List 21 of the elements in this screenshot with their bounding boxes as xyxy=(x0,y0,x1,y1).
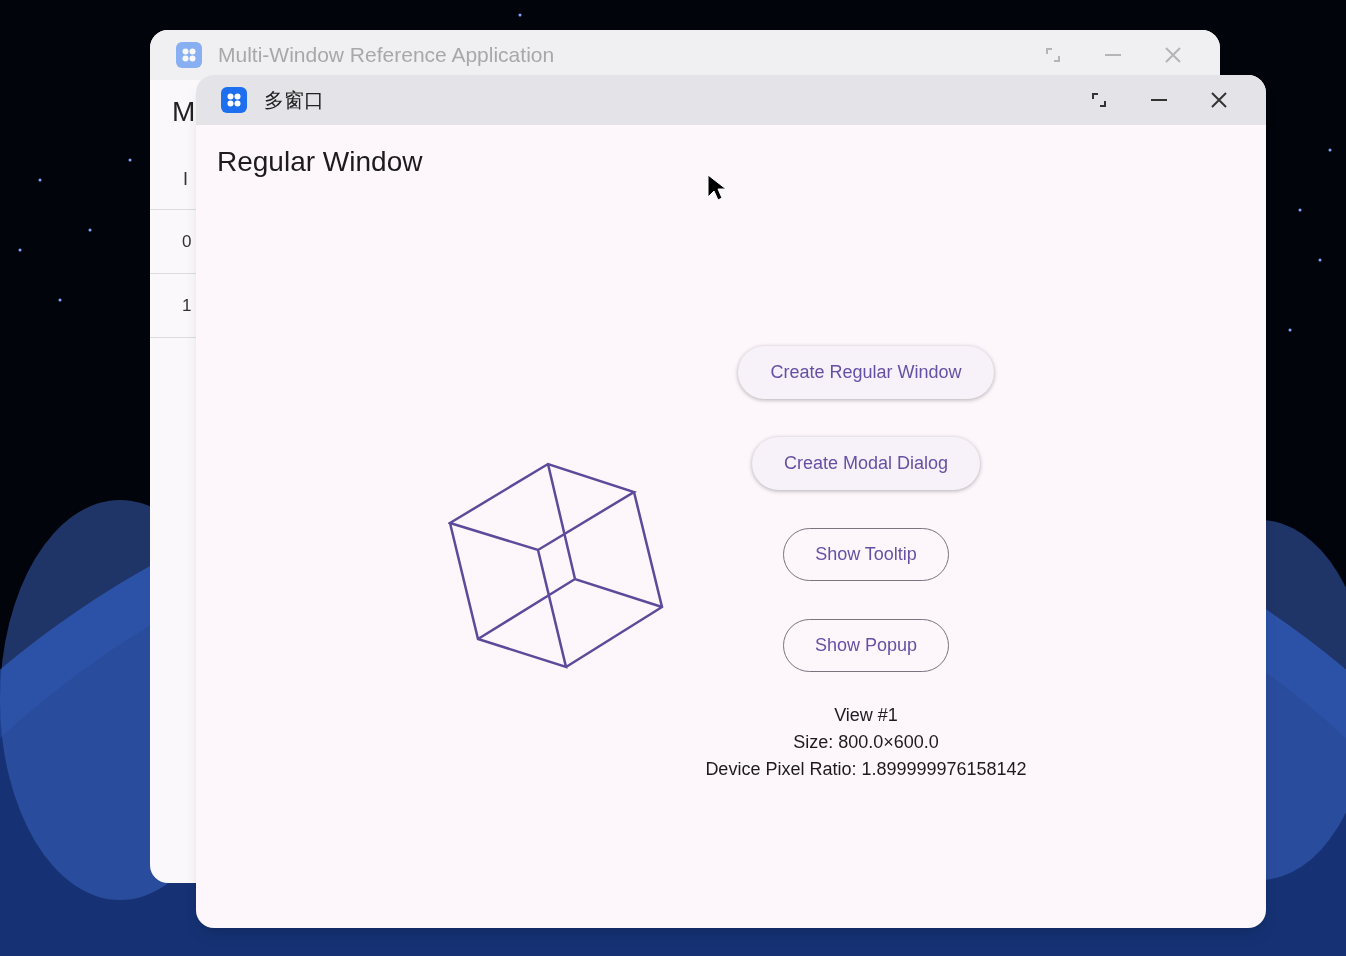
minimize-icon xyxy=(1150,99,1168,101)
app-icon xyxy=(176,42,202,68)
window-title: 多窗口 xyxy=(264,87,324,114)
info-text: Size: 800.0×600.0 xyxy=(793,731,939,754)
maximize-icon xyxy=(1044,46,1062,64)
info-text: View #1 xyxy=(834,704,898,727)
cursor-icon xyxy=(707,174,725,202)
action-button[interactable]: Create Modal Dialog xyxy=(751,437,981,490)
table-cell-text: 1 xyxy=(182,294,192,317)
column-header: I xyxy=(183,168,188,191)
close-icon xyxy=(1210,91,1228,109)
action-button[interactable]: Create Regular Window xyxy=(738,346,994,399)
page-heading: M xyxy=(172,98,196,126)
table-cell-text: 0 xyxy=(182,230,192,253)
minimize-icon xyxy=(1104,54,1122,56)
app-icon xyxy=(221,87,247,113)
info-text: Device Pixel Ratio: 1.899999976158142 xyxy=(705,758,1027,781)
window-title: Multi-Window Reference Application xyxy=(218,42,555,69)
page-heading: Regular Window xyxy=(217,145,423,179)
maximize-icon xyxy=(1090,91,1108,109)
close-icon xyxy=(1164,46,1182,64)
